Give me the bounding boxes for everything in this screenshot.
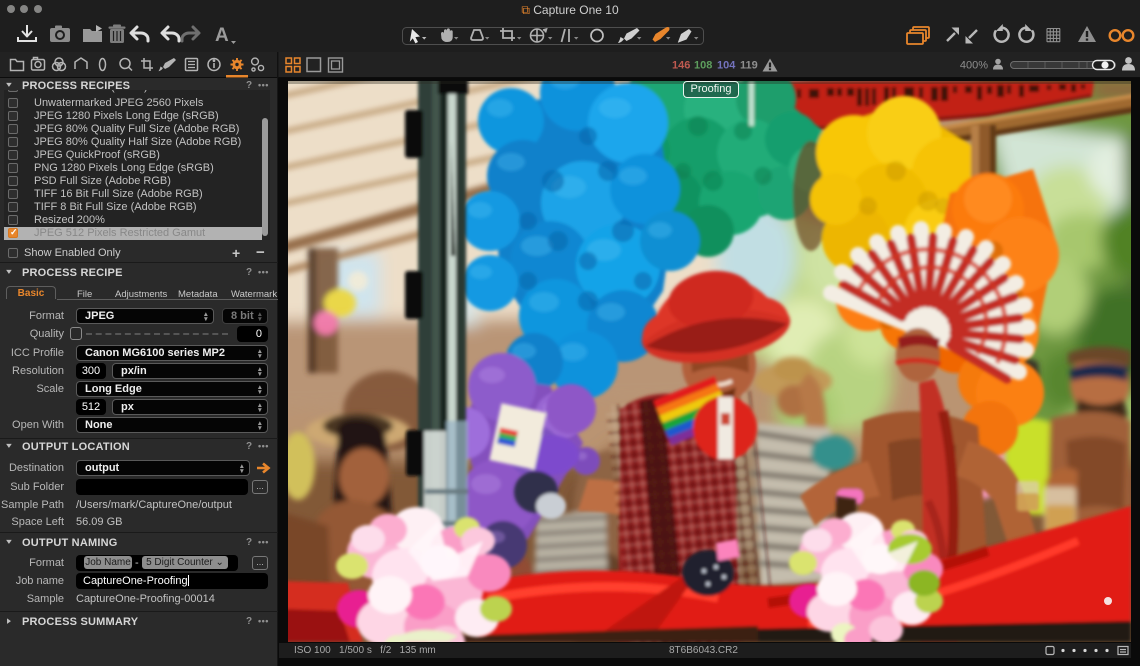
svg-text:A: A (215, 25, 229, 46)
svg-text:104: 104 (717, 60, 736, 72)
svg-text:146: 146 (672, 60, 690, 72)
svg-text:400%: 400% (960, 60, 988, 72)
svg-text:119: 119 (740, 60, 758, 72)
svg-text:108: 108 (694, 60, 712, 72)
